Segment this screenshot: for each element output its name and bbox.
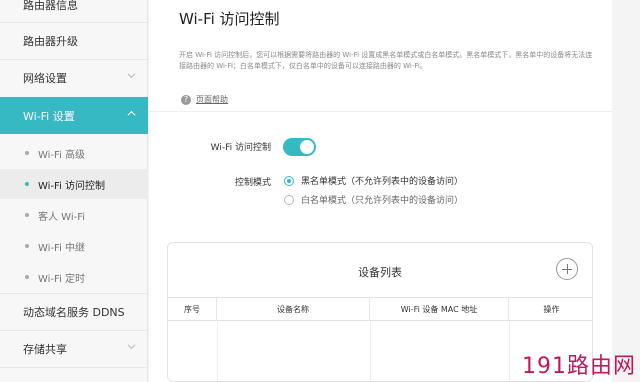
bullet-icon	[25, 182, 29, 186]
sidebar-item-network-settings[interactable]: 网络设置	[0, 59, 148, 96]
radio-label: 黑名单模式（不允许列表中的设备访问）	[301, 177, 464, 187]
sidebar-subitem-wifi-access-control[interactable]: Wi-Fi 访问控制	[0, 169, 148, 199]
sidebar-subitem-label: Wi-Fi 中继	[38, 242, 86, 254]
column-divider	[509, 321, 510, 381]
sidebar-item-router-upgrade[interactable]: 路由器升级	[0, 22, 148, 59]
access-control-toggle[interactable]	[283, 138, 316, 156]
chevron-down-icon	[127, 73, 136, 79]
sidebar-subitem-label: 客人 Wi-Fi	[38, 211, 86, 223]
sidebar-item-label: 路由器升级	[23, 34, 78, 48]
sidebar-subitem-label: Wi-Fi 高级	[38, 149, 86, 161]
sidebar-item-storage-sharing[interactable]: 存储共享	[0, 330, 148, 367]
column-header-index: 序号	[168, 298, 217, 321]
sidebar-item-label: 路由器信息	[23, 0, 78, 12]
help-link[interactable]: ? 页面帮助	[181, 94, 228, 105]
page-title: Wi-Fi 访问控制	[179, 10, 280, 28]
radio-label: 白名单模式（只允许列表中的设备访问）	[301, 196, 464, 206]
sidebar-subitem-wifi-advanced[interactable]: Wi-Fi 高级	[0, 138, 148, 168]
sidebar-subitem-label: Wi-Fi 定时	[38, 273, 86, 285]
sidebar-subitem-wifi-schedule[interactable]: Wi-Fi 定时	[0, 262, 148, 292]
watermark: 191路由网	[522, 354, 636, 379]
sidebar-item-label: 网络设置	[23, 71, 67, 85]
chevron-up-icon	[127, 110, 136, 116]
sidebar-item-label: 动态域名服务 DDNS	[23, 305, 125, 319]
toggle-knob	[300, 140, 314, 154]
divider	[149, 111, 612, 112]
radio-blacklist-mode[interactable]: 黑名单模式（不允许列表中的设备访问）	[284, 174, 463, 187]
column-header-device-name: 设备名称	[217, 298, 370, 321]
sidebar-item-ddns[interactable]: 动态域名服务 DDNS	[0, 293, 148, 330]
column-divider	[217, 321, 218, 381]
sidebar-subitem-guest-wifi[interactable]: 客人 Wi-Fi	[0, 200, 148, 230]
column-header-actions: 操作	[543, 305, 560, 314]
device-list-title: 设备列表	[358, 266, 402, 279]
bullet-icon	[25, 213, 29, 217]
main-panel: Wi-Fi 访问控制 开启 Wi-Fi 访问控制后，您可以根据需要将路由器的 W…	[149, 0, 612, 382]
sidebar-item-label: 存储共享	[23, 342, 67, 356]
radio-selected-icon	[284, 175, 294, 186]
sidebar-item-router-info[interactable]: 路由器信息	[0, 0, 148, 23]
page-gutter	[612, 0, 640, 382]
sidebar-subitem-label: Wi-Fi 访问控制	[38, 180, 106, 192]
mode-label: 控制模式	[234, 178, 271, 188]
help-link-label: 页面帮助	[196, 95, 228, 104]
divider	[0, 367, 148, 368]
device-table-header: 序号 设备名称 Wi-Fi 设备 MAC 地址 操作	[168, 297, 592, 321]
radio-unselected-icon	[284, 194, 294, 205]
column-divider	[370, 321, 371, 381]
add-device-button[interactable]	[556, 258, 578, 280]
bullet-icon	[25, 275, 29, 279]
sidebar-subitem-wifi-repeater[interactable]: Wi-Fi 中继	[0, 231, 148, 261]
page-description: 开启 Wi-Fi 访问控制后，您可以根据需要将路由器的 Wi-Fi 设置成黑名单…	[179, 51, 593, 70]
bullet-icon	[25, 244, 29, 248]
chevron-down-icon	[127, 344, 136, 350]
sidebar-item-label: Wi-Fi 设置	[23, 109, 75, 123]
access-control-label: Wi-Fi 访问控制	[210, 143, 271, 153]
column-header-mac-address: Wi-Fi 设备 MAC 地址	[370, 298, 509, 321]
sidebar-item-wifi-settings[interactable]: Wi-Fi 设置	[0, 97, 148, 134]
sidebar: 路由器信息 路由器升级 网络设置 Wi-Fi 设置 Wi-Fi 高级 Wi-Fi…	[0, 0, 148, 382]
radio-whitelist-mode[interactable]: 白名单模式（只允许列表中的设备访问）	[284, 193, 463, 206]
bullet-icon	[25, 151, 29, 155]
help-icon: ?	[181, 94, 191, 105]
